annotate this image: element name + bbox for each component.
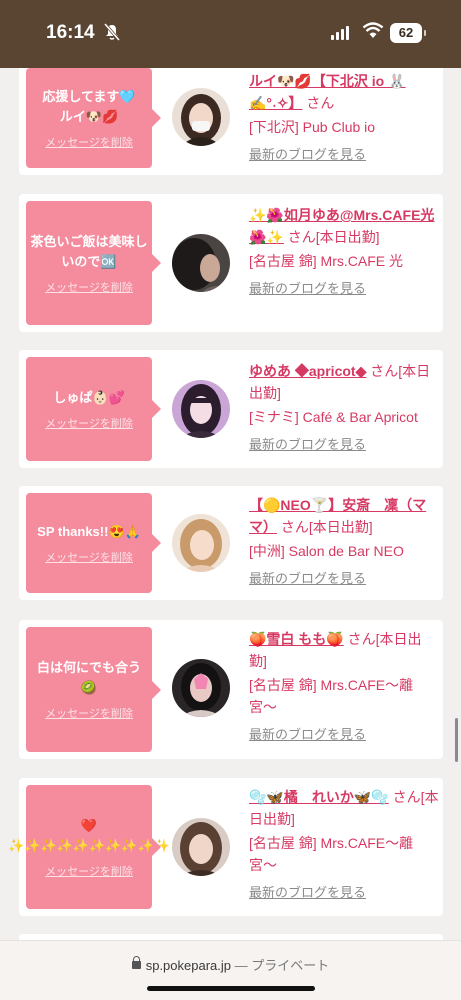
- private-mode-label: プライベート: [251, 958, 330, 973]
- home-indicator[interactable]: [147, 986, 315, 991]
- message-bubble: ❤️ ✨✨✨✨✨✨✨✨✨✨ メッセージを削除: [8, 785, 170, 909]
- mute-icon: [103, 23, 121, 45]
- message-text: ❤️ ✨✨✨✨✨✨✨✨✨✨: [8, 817, 170, 853]
- message-card: SP thanks!!😍🙏 メッセージを削除 【🟡NEO🍸】安斎 凜（ママ） さ…: [19, 486, 443, 600]
- message-card: 茶色いご飯は美味しいので🆗 メッセージを削除 ✨🌺如月ゆあ@Mrs.CAFE光🌺…: [19, 194, 443, 332]
- scrollbar[interactable]: [455, 718, 458, 762]
- cast-info: ゆめあ ◆apricot◆ さん[本日出勤] [ミナミ] Café & Bar …: [249, 360, 439, 454]
- separator: —: [234, 958, 248, 973]
- message-bubble: 茶色いご飯は美味しいので🆗 メッセージを削除: [26, 201, 161, 325]
- message-text: SP thanks!!😍🙏: [37, 523, 141, 539]
- avatar[interactable]: [172, 234, 230, 292]
- browser-address-bar[interactable]: sp.pokepara.jp — プライベート: [0, 940, 461, 1000]
- honorific: さん[本日出勤]: [280, 519, 373, 535]
- latest-blog-link[interactable]: 最新のブログを見る: [249, 280, 439, 298]
- shop-name: [下北沢] Pub Club io: [249, 119, 376, 135]
- cast-info: ✨🌺如月ゆあ@Mrs.CAFE光🌺✨ さん[本日出勤] [名古屋 錦] Mrs.…: [249, 204, 439, 298]
- shop-name: [名古屋 錦] Mrs.CAFE〜離宮〜: [249, 835, 414, 873]
- cast-info: 🫧🦋橘 れいか🦋🫧 さん[本日出勤] [名古屋 錦] Mrs.CAFE〜離宮〜 …: [249, 786, 439, 902]
- shop-name: [中洲] Salon de Bar NEO: [249, 543, 404, 559]
- cast-info: 【🟡NEO🍸】安斎 凜（ママ） さん[本日出勤] [中洲] Salon de B…: [249, 494, 439, 588]
- message-feed[interactable]: 応援してます🩵ルイ🐶💋 メッセージを削除 ルイ🐶💋【下北沢 io 🐰✍️°˖✧】…: [0, 68, 461, 940]
- message-text: 茶色いご飯は美味しいので🆗: [30, 233, 148, 269]
- avatar[interactable]: [172, 818, 230, 876]
- message-card: 白は何にでも合う🥝 メッセージを削除 🍑雪白 もも🍑 さん[本日出勤] [名古屋…: [19, 620, 443, 759]
- latest-blog-link[interactable]: 最新のブログを見る: [249, 146, 439, 164]
- delete-message-link[interactable]: メッセージを削除: [45, 415, 133, 431]
- avatar[interactable]: [172, 659, 230, 717]
- status-time: 16:14: [46, 22, 95, 43]
- avatar[interactable]: [172, 88, 230, 146]
- message-text: しゅぱ👶🏻💕: [53, 389, 125, 405]
- url-text: sp.pokepara.jp: [145, 958, 231, 973]
- latest-blog-link[interactable]: 最新のブログを見る: [249, 726, 439, 744]
- message-bubble: 応援してます🩵ルイ🐶💋 メッセージを削除: [26, 68, 161, 168]
- message-card: ❤️ ✨✨✨✨✨✨✨✨✨✨ メッセージを削除 🫧🦋橘 れいか🦋🫧 さん[本日出勤…: [8, 778, 443, 916]
- wifi-icon: [362, 21, 384, 43]
- honorific: さん: [306, 95, 335, 111]
- cast-name-link[interactable]: 🍑雪白 もも🍑: [249, 631, 344, 647]
- shop-name: [名古屋 錦] Mrs.CAFE 光: [249, 253, 403, 269]
- shop-name: [名古屋 錦] Mrs.CAFE〜離宮〜: [249, 677, 414, 715]
- delete-message-link[interactable]: メッセージを削除: [45, 134, 133, 150]
- battery-indicator: 62: [390, 23, 426, 43]
- cast-info: ルイ🐶💋【下北沢 io 🐰✍️°˖✧】 さん [下北沢] Pub Club io…: [249, 70, 439, 164]
- avatar[interactable]: [172, 380, 230, 438]
- latest-blog-link[interactable]: 最新のブログを見る: [249, 884, 439, 902]
- address-display[interactable]: sp.pokepara.jp — プライベート: [0, 955, 461, 974]
- message-text: 白は何にでも合う🥝: [36, 660, 141, 695]
- cast-name-link[interactable]: 🫧🦋橘 れいか🦋🫧: [249, 789, 389, 805]
- message-bubble: SP thanks!!😍🙏 メッセージを削除: [26, 493, 161, 593]
- delete-message-link[interactable]: メッセージを削除: [45, 863, 133, 879]
- cellular-signal-icon: [331, 26, 349, 40]
- message-bubble: しゅぱ👶🏻💕 メッセージを削除: [26, 357, 161, 461]
- status-bar: 16:14 62: [0, 0, 461, 68]
- delete-message-link[interactable]: メッセージを削除: [45, 279, 133, 295]
- shop-name: [ミナミ] Café & Bar Apricot: [249, 409, 418, 425]
- cast-name-link[interactable]: ゆめあ ◆apricot◆: [249, 363, 366, 379]
- avatar[interactable]: [172, 514, 230, 572]
- delete-message-link[interactable]: メッセージを削除: [45, 705, 133, 721]
- latest-blog-link[interactable]: 最新のブログを見る: [249, 570, 439, 588]
- message-card: 応援してます🩵ルイ🐶💋 メッセージを削除 ルイ🐶💋【下北沢 io 🐰✍️°˖✧】…: [19, 68, 443, 175]
- latest-blog-link[interactable]: 最新のブログを見る: [249, 436, 439, 454]
- message-text: 応援してます🩵ルイ🐶💋: [42, 88, 136, 124]
- honorific: さん[本日出勤]: [287, 229, 380, 245]
- message-bubble: 白は何にでも合う🥝 メッセージを削除: [26, 627, 161, 752]
- delete-message-link[interactable]: メッセージを削除: [45, 549, 133, 565]
- lock-icon: [131, 956, 141, 969]
- message-card: しゅぱ👶🏻💕 メッセージを削除 ゆめあ ◆apricot◆ さん[本日出勤] […: [19, 350, 443, 468]
- cast-info: 🍑雪白 もも🍑 さん[本日出勤] [名古屋 錦] Mrs.CAFE〜離宮〜 最新…: [249, 628, 439, 744]
